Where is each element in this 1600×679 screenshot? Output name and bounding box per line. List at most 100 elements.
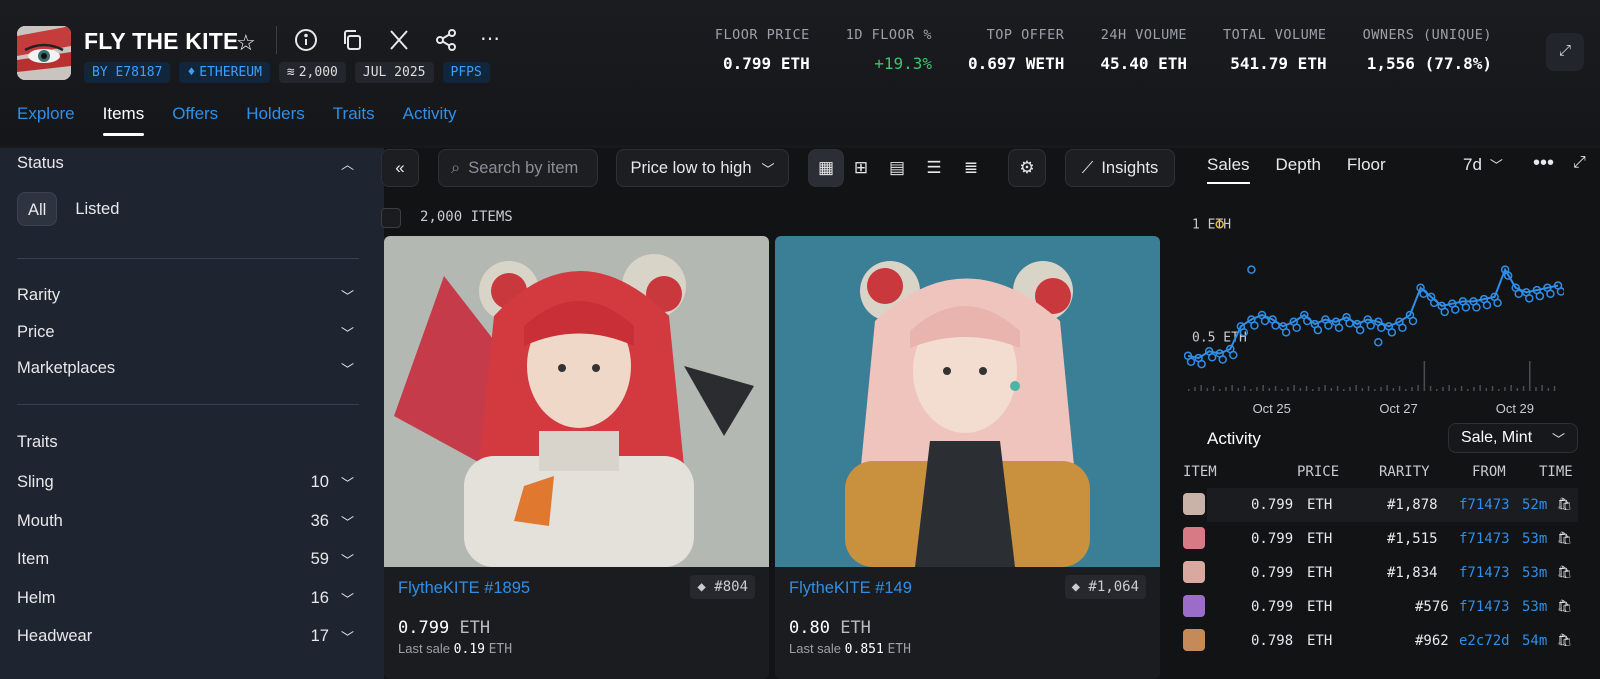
app-root: FLY THE KITE ☆ ⋯ BY E78187 ♦ ETHEREUM ≋ 2,… [0,0,1600,679]
item-card[interactable]: FlytheKITE #149 ◆ #1,064 0.80 ETH Last s… [775,236,1160,679]
volume-bar [1324,385,1326,391]
tab-offers[interactable]: Offers [172,104,218,134]
last-sale: Last sale 0.851 ETH [789,641,911,657]
item-thumbnail[interactable] [1183,629,1205,651]
divider [17,258,359,259]
search-input[interactable]: Search by item [468,159,578,178]
activity-from[interactable]: f71473 [1459,599,1510,615]
activity-row[interactable]: 0.798 ETH #962 e2c72d 54m 🛍 [1183,624,1578,658]
activity-time[interactable]: 53m [1522,565,1547,581]
volume-bar [1262,385,1264,391]
activity-rarity: #1,515 [1387,531,1438,547]
more-options-icon[interactable]: ⋯ [480,28,506,54]
item-name[interactable]: FlytheKITE #149 [789,579,912,598]
activity-time[interactable]: 53m [1522,599,1547,615]
item-thumbnail[interactable] [1183,595,1205,617]
activity-row[interactable]: 0.799 ETH #1,878 f71473 52m 🛍 [1183,488,1578,522]
search-box[interactable]: ⌕ Search by item [438,149,598,187]
volume-bar [1535,387,1537,391]
share-icon[interactable] [434,28,460,54]
tab-sales[interactable]: Sales [1207,155,1250,184]
activity-time[interactable]: 52m [1522,497,1547,513]
item-card[interactable]: FlytheKITE #1895 ◆ #804 0.799 ETH Last s… [384,236,769,679]
status-filter-header[interactable]: Status ︿ [17,154,354,173]
status-all-button[interactable]: All [17,192,58,226]
item-name[interactable]: FlytheKITE #1895 [398,579,530,598]
status-listed-button[interactable]: Listed [65,192,129,226]
marketplace-icon: 🛍 [1557,531,1573,545]
trait-filter-sling[interactable]: Sling 10 ﹀ [17,473,354,492]
sale-point [1514,289,1523,299]
item-thumbnail[interactable] [1183,493,1205,515]
volume-bar [1467,389,1469,391]
tab-traits[interactable]: Traits [333,104,375,134]
collapse-sidebar-button[interactable]: « [381,149,419,187]
activity-from[interactable]: f71473 [1459,531,1510,547]
sale-point [1260,316,1270,326]
trait-filter-mouth[interactable]: Mouth 36 ﹀ [17,512,354,531]
view-table-button[interactable]: ≣ [953,149,989,187]
volume-bar [1281,389,1283,391]
price-value: 0.80 [789,618,830,638]
select-all-checkbox[interactable] [381,208,401,228]
chain-chip[interactable]: ♦ ETHEREUM [179,62,270,83]
tab-explore[interactable]: Explore [17,104,75,134]
traits-label: Traits [17,433,58,451]
tab-floor[interactable]: Floor [1347,155,1386,184]
copy-icon[interactable] [340,28,366,54]
insights-button[interactable]: ⟋ Insights [1065,149,1175,187]
sort-label: Price low to high [630,158,752,177]
activity-row[interactable]: 0.799 ETH #576 f71473 53m 🛍 [1183,590,1578,624]
volume-bar [1473,387,1475,391]
rarity-filter[interactable]: Rarity ﹀ [17,286,354,305]
more-options-icon[interactable]: ••• [1533,152,1554,175]
item-thumbnail[interactable] [1183,527,1205,549]
tab-holders[interactable]: Holders [246,104,305,134]
time-range-dropdown[interactable]: 7d ﹀ [1463,155,1503,175]
item-thumbnail[interactable] [1183,561,1205,583]
view-large-grid-button[interactable]: ▦ [808,149,844,187]
price-filter[interactable]: Price ﹀ [17,323,354,342]
sale-point [1186,357,1196,367]
layers-icon: ≋ [286,65,295,80]
volume-bar [1423,361,1426,391]
activity-filter-dropdown[interactable]: Sale, Mint ﹀ [1448,423,1578,453]
activity-time[interactable]: 53m [1522,531,1547,547]
tab-activity[interactable]: Activity [403,104,457,134]
stat-top-offer: TOP OFFER 0.697 WETH [968,27,1064,73]
info-icon[interactable] [294,28,320,54]
view-mosaic-button[interactable]: ▤ [879,149,915,187]
settings-button[interactable]: ⚙ [1008,149,1046,187]
activity-price: 0.799 [1251,497,1294,513]
activity-unit: ETH [1307,531,1333,547]
creator-chip[interactable]: BY E78187 [84,62,171,83]
marketplaces-filter[interactable]: Marketplaces ﹀ [17,359,354,378]
activity-row[interactable]: 0.799 ETH #1,834 f71473 53m 🛍 [1183,556,1578,590]
volume-bar [1541,385,1543,391]
stat-label: TOTAL VOLUME [1223,27,1327,43]
view-list-button[interactable]: ☰ [916,149,952,187]
volume-bar [1312,389,1314,391]
trend-line-icon: ⟋ [1081,158,1094,177]
col-item: ITEM [1183,464,1217,480]
activity-time[interactable]: 54m [1522,633,1547,649]
tab-depth[interactable]: Depth [1276,155,1321,184]
volume-bar [1361,388,1364,391]
sort-dropdown[interactable]: Price low to high ﹀ [616,149,789,187]
activity-from[interactable]: e2c72d [1459,633,1510,649]
trait-filter-item[interactable]: Item 59 ﹀ [17,550,354,569]
favorite-star-icon[interactable]: ☆ [236,30,256,56]
activity-from[interactable]: f71473 [1459,497,1510,513]
activity-row[interactable]: 0.799 ETH #1,515 f71473 53m 🛍 [1183,522,1578,556]
trait-filter-headwear[interactable]: Headwear 17 ﹀ [17,627,354,646]
view-grid-button[interactable]: ⊞ [843,149,879,187]
trait-filter-helm[interactable]: Helm 16 ﹀ [17,589,354,608]
stat-owners: OWNERS (UNIQUE) 1,556 (77.8%) [1363,27,1492,73]
activity-from[interactable]: f71473 [1459,565,1510,581]
collection-tabs: Explore Items Offers Holders Traits Acti… [17,104,457,136]
x-twitter-icon[interactable] [387,28,413,54]
category-chip[interactable]: PFPS [442,62,490,83]
tab-items[interactable]: Items [102,104,144,136]
expand-chart-icon[interactable]: ⤢ [1573,154,1586,172]
fullscreen-button[interactable]: ⤢ [1546,33,1584,71]
